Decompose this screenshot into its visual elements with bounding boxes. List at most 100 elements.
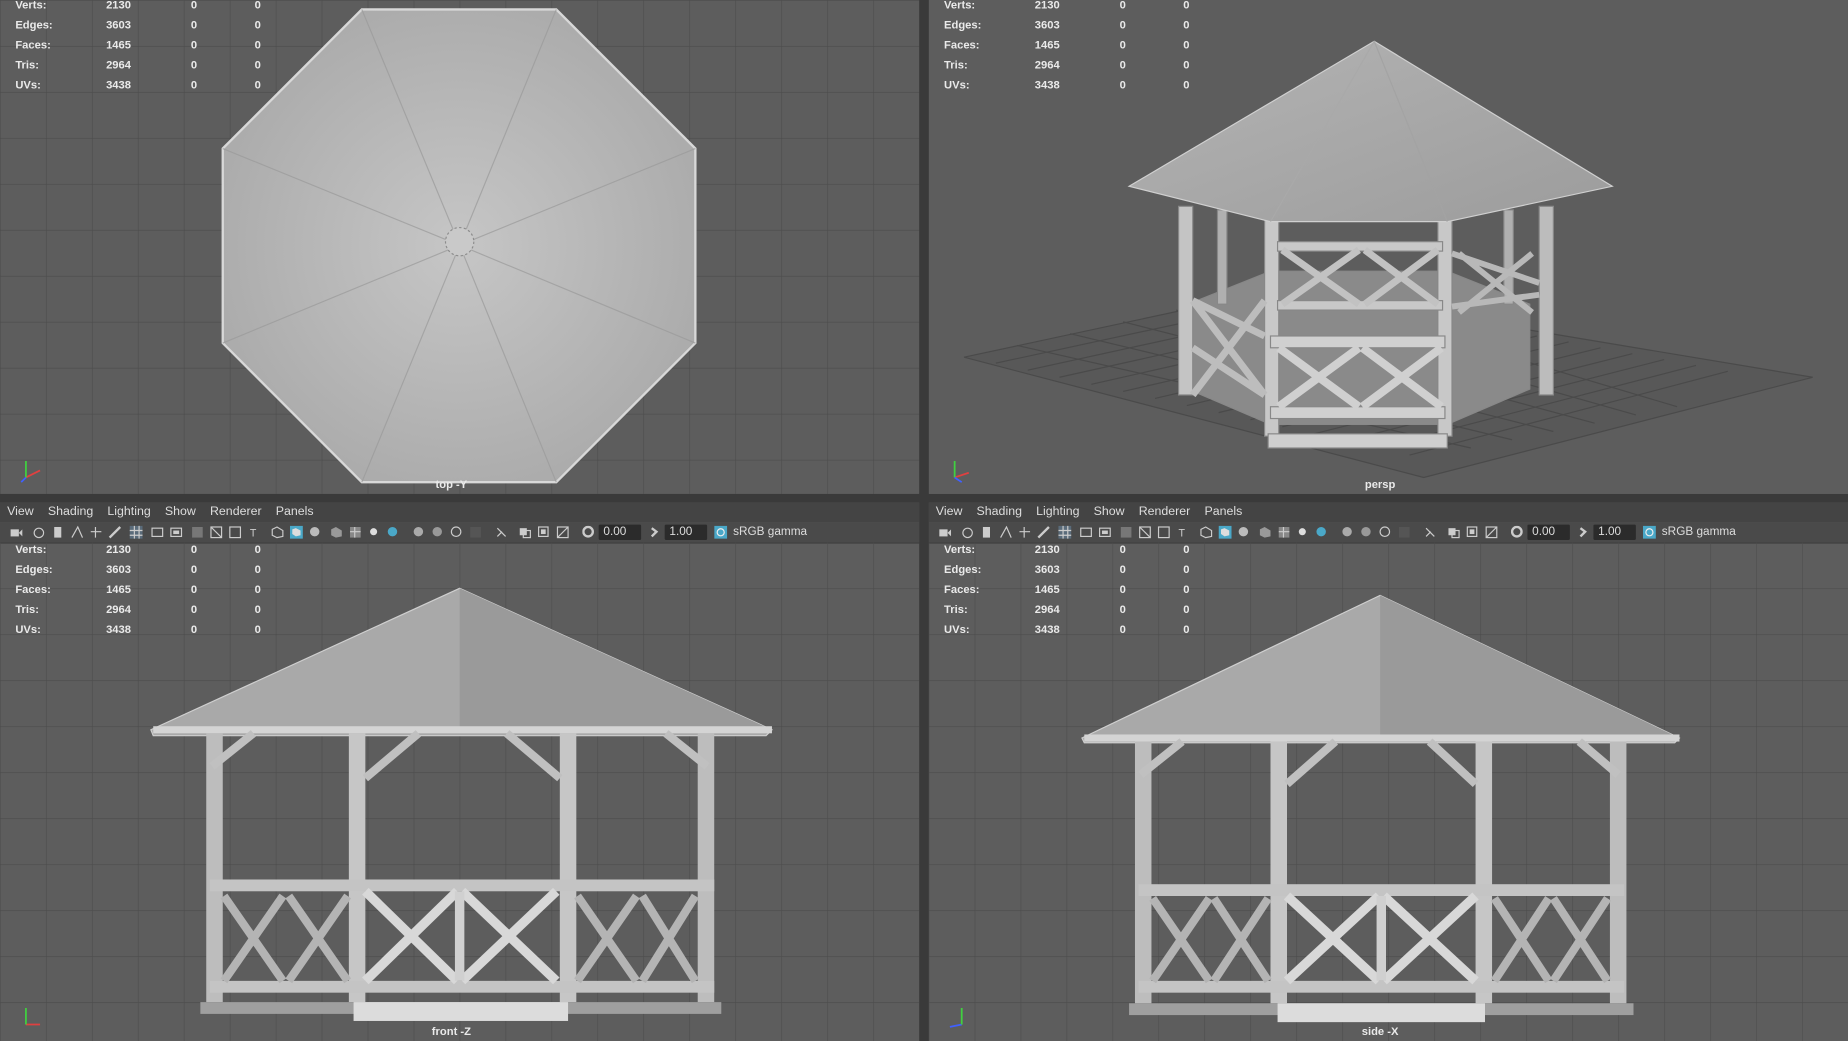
exposure-field[interactable]: 0.00 (598, 524, 642, 540)
color-management-icon[interactable] (714, 525, 728, 539)
gate-mask-icon[interactable] (191, 526, 204, 539)
wireframe-icon[interactable] (1200, 526, 1213, 539)
smooth-shade-icon[interactable] (289, 525, 303, 539)
default-material-icon[interactable] (1259, 526, 1272, 539)
gamma-icon[interactable] (1577, 526, 1590, 539)
xray-icon[interactable] (519, 526, 532, 539)
safe-action-icon[interactable] (1157, 526, 1170, 539)
grease-pencil-icon[interactable] (108, 526, 122, 539)
viewport-side[interactable]: View Shading Lighting Show Renderer Panels T (928, 502, 1848, 1041)
xray-icon[interactable] (1447, 526, 1460, 539)
viewport-top[interactable]: Verts: 2130 0 0 Edges: 3603 0 0 Faces: 1465 0 0 T… (0, 0, 920, 494)
menu-lighting[interactable]: Lighting (1029, 502, 1086, 519)
default-material-icon[interactable] (330, 526, 343, 539)
bookmark-icon[interactable] (981, 526, 994, 539)
maya-viewport-layout: Verts: 2130 0 0 Edges: 3603 0 0 Faces: 1465 0 0 T… (0, 0, 1848, 1041)
isolate-select-icon[interactable] (495, 526, 508, 539)
screen-space-ao-icon[interactable] (1341, 526, 1354, 539)
viewport-divider-horizontal[interactable] (0, 493, 1848, 503)
wireframe-on-shaded-icon[interactable] (1237, 526, 1250, 539)
wireframe-on-shaded-icon[interactable] (309, 526, 322, 539)
film-gate-icon[interactable] (1080, 526, 1093, 539)
image-plane-icon[interactable] (999, 525, 1012, 539)
multisample-aa-icon[interactable] (1379, 526, 1392, 539)
viewport-toolbar: T 0.00 1.00 sRGB gamma (928, 522, 1848, 544)
grid-toggle-icon[interactable] (129, 525, 143, 539)
viewport-divider-vertical[interactable] (919, 0, 929, 1041)
xray-joints-icon[interactable] (1466, 526, 1479, 539)
gate-mask-icon[interactable] (1120, 526, 1133, 539)
shadows-icon[interactable] (387, 526, 400, 539)
resolution-gate-icon[interactable] (1098, 526, 1111, 539)
svg-text:T: T (1179, 527, 1186, 538)
camera-attributes-icon[interactable] (33, 526, 46, 539)
persp-view-scene (928, 0, 1848, 494)
viewport-menu-bar: View Shading Lighting Show Renderer Panels (928, 502, 1848, 523)
depth-of-field-icon[interactable] (469, 526, 482, 539)
camera-select-icon[interactable] (9, 526, 23, 539)
menu-view[interactable]: View (0, 502, 41, 519)
camera-attributes-icon[interactable] (962, 526, 975, 539)
gamma-field[interactable]: 1.00 (1593, 524, 1636, 540)
axis-gizmo-icon (25, 1007, 41, 1026)
textured-icon[interactable] (349, 526, 362, 539)
resolution-gate-icon[interactable] (170, 526, 183, 539)
screen-space-ao-icon[interactable] (412, 526, 425, 539)
camera-name-label: front -Z (431, 1025, 471, 1039)
field-chart-icon[interactable] (1138, 526, 1151, 539)
xray-components-icon[interactable] (1485, 526, 1498, 539)
2d-pan-zoom-icon[interactable] (1018, 526, 1031, 539)
viewport-front[interactable]: View Shading Lighting Show Renderer Panels T (0, 502, 920, 1041)
view-transform-label[interactable]: sRGB gamma (733, 525, 807, 540)
exposure-icon[interactable] (1510, 525, 1524, 539)
motion-blur-icon[interactable] (431, 526, 444, 539)
bookmark-icon[interactable] (52, 526, 65, 539)
viewport-toolbar: T 0.00 1.00 sRGB gamma (0, 522, 920, 544)
menu-panels[interactable]: Panels (269, 502, 321, 519)
textured-icon[interactable] (1278, 526, 1291, 539)
camera-name-label: persp (1364, 478, 1396, 492)
axis-gizmo-icon (949, 1007, 963, 1028)
gamma-field[interactable]: 1.00 (664, 524, 708, 540)
smooth-shade-icon[interactable] (1218, 525, 1232, 539)
shadows-icon[interactable] (1315, 526, 1328, 539)
menu-renderer[interactable]: Renderer (1132, 502, 1198, 519)
motion-blur-icon[interactable] (1360, 526, 1373, 539)
menu-shading[interactable]: Shading (41, 502, 101, 519)
xray-components-icon[interactable] (556, 526, 569, 539)
viewport-persp[interactable]: Verts: 2130 0 0 Edges: 3603 0 0 Faces: 1465 0 0 T… (928, 0, 1848, 494)
viewport-menu-bar: View Shading Lighting Show Renderer Panels (0, 502, 920, 523)
xray-joints-icon[interactable] (537, 526, 550, 539)
gamma-icon[interactable] (648, 526, 661, 539)
film-gate-icon[interactable] (151, 526, 164, 539)
depth-of-field-icon[interactable] (1398, 526, 1411, 539)
menu-show[interactable]: Show (158, 502, 203, 519)
wireframe-icon[interactable] (271, 526, 284, 539)
isolate-select-icon[interactable] (1424, 526, 1437, 539)
top-view-scene (0, 0, 920, 494)
color-management-icon[interactable] (1642, 525, 1656, 539)
field-chart-icon[interactable] (210, 526, 223, 539)
menu-view[interactable]: View (929, 502, 970, 519)
exposure-field[interactable]: 0.00 (1527, 524, 1570, 540)
safe-title-icon[interactable]: T (1176, 526, 1189, 539)
safe-action-icon[interactable] (229, 526, 242, 539)
exposure-icon[interactable] (582, 525, 595, 539)
menu-panels[interactable]: Panels (1197, 502, 1249, 519)
2d-pan-zoom-icon[interactable] (90, 526, 103, 539)
camera-select-icon[interactable] (938, 526, 952, 539)
axis-gizmo-icon (20, 460, 41, 483)
safe-title-icon[interactable]: T (247, 526, 260, 539)
multisample-aa-icon[interactable] (450, 526, 463, 539)
grid-toggle-icon[interactable] (1058, 525, 1072, 539)
menu-show[interactable]: Show (1087, 502, 1132, 519)
image-plane-icon[interactable] (71, 525, 84, 539)
grease-pencil-icon[interactable] (1037, 526, 1050, 539)
menu-shading[interactable]: Shading (969, 502, 1029, 519)
side-view-scene (928, 542, 1848, 1041)
menu-lighting[interactable]: Lighting (100, 502, 157, 519)
menu-renderer[interactable]: Renderer (203, 502, 269, 519)
view-transform-label[interactable]: sRGB gamma (1662, 525, 1736, 540)
use-all-lights-icon[interactable] (1296, 526, 1309, 539)
use-all-lights-icon[interactable] (368, 526, 381, 539)
